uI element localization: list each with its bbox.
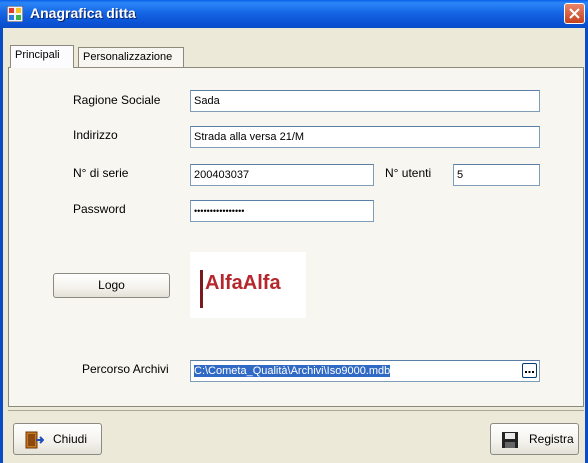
- ragione-sociale-label: Ragione Sociale: [73, 93, 161, 107]
- ragione-sociale-value: Sada: [194, 95, 220, 107]
- ragione-sociale-input[interactable]: Sada: [190, 90, 540, 112]
- logo-button[interactable]: Logo: [53, 273, 170, 298]
- registra-label: Registra: [529, 432, 574, 446]
- close-icon: [569, 8, 580, 19]
- chiudi-label: Chiudi: [53, 432, 88, 446]
- password-label: Password: [73, 202, 126, 216]
- numero-serie-value: 200403037: [194, 169, 250, 181]
- tab-personalizzazione-label: Personalizzazione: [83, 51, 173, 63]
- exit-door-icon: [25, 431, 44, 449]
- percorso-archivi-input[interactable]: C:\Cometa_Qualità\Archivi\Iso9000.mdb: [190, 360, 540, 382]
- app-icon: [7, 6, 23, 22]
- numero-utenti-value: 5: [457, 169, 464, 181]
- close-window-button[interactable]: [564, 3, 585, 24]
- chiudi-button[interactable]: Chiudi: [13, 423, 102, 455]
- password-value: ••••••••••••••••: [194, 206, 245, 216]
- tab-principali[interactable]: Principali: [10, 45, 74, 68]
- percorso-archivi-label: Percorso Archivi: [82, 362, 169, 376]
- indirizzo-label: Indirizzo: [73, 128, 118, 142]
- tab-personalizzazione[interactable]: Personalizzazione: [78, 47, 184, 67]
- logo-button-label: Logo: [98, 278, 125, 292]
- password-input[interactable]: ••••••••••••••••: [190, 200, 374, 222]
- percorso-archivi-value: C:\Cometa_Qualità\Archivi\Iso9000.mdb: [194, 365, 391, 377]
- footer-separator: [8, 410, 584, 411]
- window-border-left: [0, 28, 3, 463]
- indirizzo-value: Strada alla versa 21/M: [194, 131, 305, 143]
- logo-image-text: AlfaAlfa: [205, 272, 281, 294]
- tab-panel-principali: [8, 67, 584, 407]
- ellipsis-icon: [525, 371, 534, 373]
- browse-button[interactable]: [522, 363, 537, 378]
- numero-utenti-input[interactable]: 5: [453, 164, 540, 186]
- window-title: Anagrafica ditta: [30, 5, 136, 21]
- logo-image: AlfaAlfa: [190, 252, 306, 318]
- floppy-disk-icon: [502, 432, 518, 448]
- registra-button[interactable]: Registra: [490, 423, 579, 455]
- indirizzo-input[interactable]: Strada alla versa 21/M: [190, 126, 540, 148]
- logo-image-border: [200, 270, 203, 308]
- numero-utenti-label: N° utenti: [385, 166, 432, 180]
- title-bar[interactable]: Anagrafica ditta: [0, 0, 588, 28]
- numero-serie-input[interactable]: 200403037: [190, 164, 374, 186]
- numero-serie-label: N° di serie: [73, 166, 129, 180]
- tab-principali-label: Principali: [15, 49, 60, 61]
